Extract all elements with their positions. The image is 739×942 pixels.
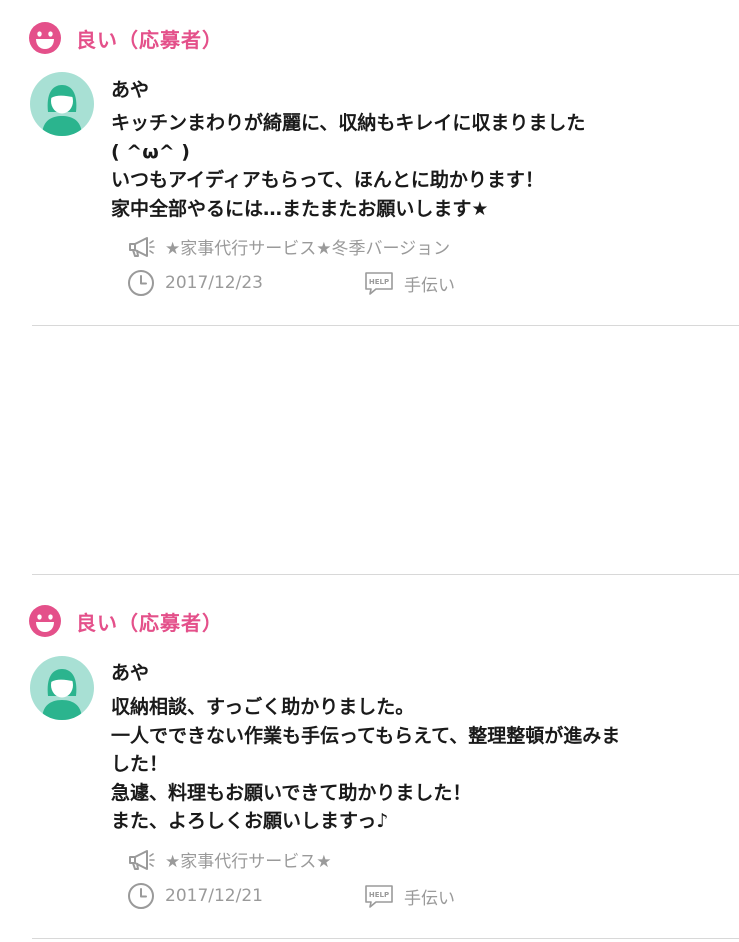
avatar[interactable] bbox=[30, 72, 94, 136]
rating-row: 良い（応募者） bbox=[28, 603, 223, 639]
megaphone-icon bbox=[129, 236, 155, 257]
rating-label: 良い（応募者） bbox=[76, 610, 223, 635]
review-date: 2017/12/23 bbox=[165, 273, 263, 293]
review-comment: キッチンまわりが綺麗に、収納もキレイに収まりました ( ^ω^ ) いつもアイデ… bbox=[111, 109, 721, 223]
avatar[interactable] bbox=[30, 656, 94, 720]
comment-line: 家中全部やるには…またまたお願いします★ bbox=[111, 197, 489, 220]
clock-icon bbox=[128, 883, 154, 909]
date-item: 2017/12/21 bbox=[127, 882, 263, 910]
comment-line: した！ bbox=[111, 753, 169, 775]
category-link[interactable]: HELP 手伝い bbox=[364, 882, 455, 910]
username[interactable]: あや bbox=[111, 75, 149, 102]
divider bbox=[32, 574, 739, 575]
service-name: ★家事代行サービス★ bbox=[165, 852, 332, 872]
category-link[interactable]: HELP 手伝い bbox=[364, 269, 455, 297]
comment-line: また、よろしくお願いしますっ♪ bbox=[111, 810, 389, 832]
divider bbox=[32, 938, 739, 939]
smiley-face-icon bbox=[29, 605, 61, 637]
smiley-face-icon bbox=[29, 22, 61, 54]
username[interactable]: あや bbox=[111, 658, 149, 685]
comment-line: キッチンまわりが綺麗に、収納もキレイに収まりました bbox=[111, 112, 586, 134]
date-item: 2017/12/23 bbox=[127, 269, 263, 297]
rating-row: 良い（応募者） bbox=[28, 20, 223, 56]
user-avatar-icon bbox=[30, 72, 94, 136]
comment-line: ( ^ω^ ) bbox=[111, 140, 190, 163]
service-link[interactable]: ★家事代行サービス★冬季バージョン bbox=[127, 234, 450, 259]
comment-line: いつもアイディアもらって、ほんとに助かります！ bbox=[111, 169, 544, 191]
comment-line: 収納相談、すっごく助かりました。 bbox=[111, 696, 415, 718]
review-comment: 収納相談、すっごく助かりました。 一人でできない作業も手伝ってもらえて、整理整頓… bbox=[111, 693, 721, 836]
rating-label: 良い（応募者） bbox=[76, 27, 223, 52]
comment-line: 一人でできない作業も手伝ってもらえて、整理整頓が進みま bbox=[111, 724, 621, 747]
user-avatar-icon bbox=[30, 656, 94, 720]
megaphone-icon bbox=[129, 849, 155, 870]
svg-text:HELP: HELP bbox=[369, 891, 389, 899]
svg-text:HELP: HELP bbox=[369, 278, 389, 286]
clock-icon bbox=[128, 270, 154, 296]
service-name: ★家事代行サービス★冬季バージョン bbox=[165, 239, 451, 259]
service-link[interactable]: ★家事代行サービス★ bbox=[127, 847, 331, 872]
blank-placeholder-area bbox=[0, 326, 739, 574]
comment-line: 急遽、料理もお願いできて助かりました！ bbox=[111, 781, 472, 804]
help-speech-bubble-icon: HELP bbox=[365, 272, 393, 295]
category-name: 手伝い bbox=[404, 888, 455, 909]
help-speech-bubble-icon: HELP bbox=[365, 885, 393, 908]
category-name: 手伝い bbox=[404, 275, 455, 296]
review-date: 2017/12/21 bbox=[165, 886, 263, 906]
